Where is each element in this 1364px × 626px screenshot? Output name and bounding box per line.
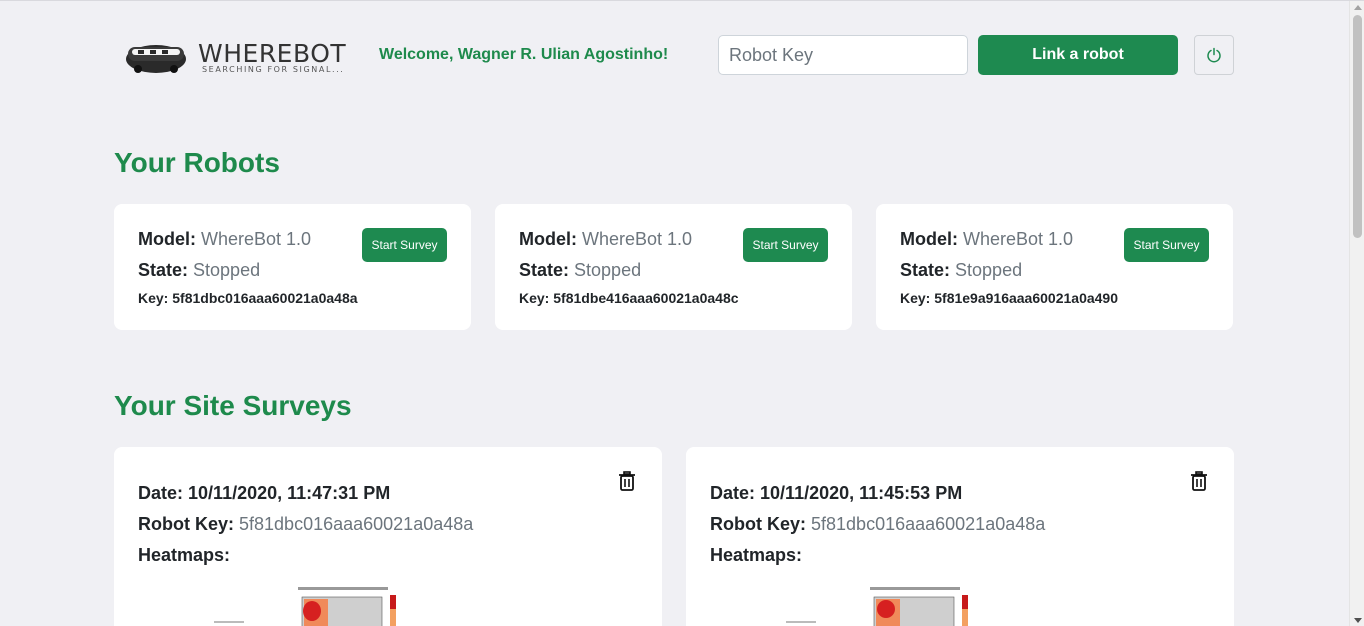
- heatmaps-label: Heatmaps:: [138, 545, 231, 565]
- start-survey-button[interactable]: Start Survey: [743, 228, 828, 262]
- welcome-message: Welcome, Wagner R. Ulian Agostinho!: [379, 46, 669, 63]
- link-robot-button[interactable]: Link a robot: [978, 35, 1178, 75]
- surveys-section-title: Your Site Surveys: [114, 390, 352, 421]
- trash-icon[interactable]: [1190, 471, 1208, 491]
- survey-robot-key: Robot Key: 5f81dbc016aaa60021a0a48a: [710, 514, 1046, 534]
- scrollbar-thumb[interactable]: [1353, 15, 1362, 238]
- robot-state: State: Stopped: [138, 260, 261, 280]
- logout-button[interactable]: [1194, 35, 1234, 75]
- start-survey-button[interactable]: Start Survey: [1124, 228, 1209, 262]
- wherebot-logo-icon: [126, 45, 186, 73]
- robot-model: Model: WhereBot 1.0: [138, 229, 312, 249]
- start-survey-button[interactable]: Start Survey: [362, 228, 447, 262]
- survey-card: Date: 10/11/2020, 11:47:31 PM Robot Key:…: [114, 447, 662, 626]
- robot-state: State: Stopped: [519, 260, 642, 280]
- robot-state: State: Stopped: [900, 260, 1023, 280]
- survey-card: Date: 10/11/2020, 11:45:53 PM Robot Key:…: [686, 447, 1234, 626]
- robot-key: Key: 5f81e9a916aaa60021a0a490: [900, 290, 1118, 306]
- robot-card: Model: WhereBot 1.0 State: Stopped Key: …: [495, 204, 852, 330]
- robot-card: Model: WhereBot 1.0 State: Stopped Key: …: [114, 204, 471, 330]
- heatmaps-label: Heatmaps:: [710, 545, 803, 565]
- robot-key: Key: 5f81dbe416aaa60021a0a48c: [519, 290, 739, 306]
- logo-wordmark: WHEREBOT: [198, 39, 347, 68]
- power-icon: [1207, 47, 1221, 63]
- logo-tagline: SEARCHING FOR SIGNAL...: [202, 65, 345, 74]
- robots-section-title: Your Robots: [114, 147, 280, 178]
- heatmap-image: [786, 587, 968, 626]
- robot-card: Model: WhereBot 1.0 State: Stopped Key: …: [876, 204, 1233, 330]
- trash-icon[interactable]: [618, 471, 636, 491]
- survey-date: Date: 10/11/2020, 11:47:31 PM: [138, 483, 391, 503]
- heatmap-image: [214, 587, 396, 626]
- scroll-up-icon[interactable]: [1354, 5, 1362, 10]
- survey-date: Date: 10/11/2020, 11:45:53 PM: [710, 483, 963, 503]
- robot-model: Model: WhereBot 1.0: [519, 229, 693, 249]
- survey-robot-key: Robot Key: 5f81dbc016aaa60021a0a48a: [138, 514, 474, 534]
- robot-model: Model: WhereBot 1.0: [900, 229, 1074, 249]
- robot-key-input[interactable]: [718, 35, 968, 75]
- scroll-down-icon[interactable]: [1354, 618, 1362, 623]
- vertical-scrollbar[interactable]: [1349, 1, 1364, 626]
- robot-key: Key: 5f81dbc016aaa60021a0a48a: [138, 290, 358, 306]
